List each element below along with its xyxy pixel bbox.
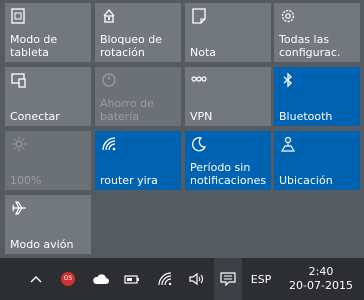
tile-label: router yira — [100, 174, 158, 187]
bluetooth-icon — [283, 72, 292, 88]
tile-label: Ubicación — [279, 174, 333, 187]
tile-airplane-mode[interactable]: Modo avión — [5, 195, 91, 254]
speaker-icon — [189, 272, 204, 286]
tile-label: VPN — [190, 110, 213, 123]
cloud-icon — [93, 274, 109, 284]
wifi-icon — [158, 272, 172, 286]
tile-location[interactable]: Ubicación — [274, 131, 360, 190]
cloud-tray-button[interactable] — [90, 258, 112, 300]
settings-icon — [281, 9, 295, 23]
wifi-icon — [102, 137, 116, 151]
tile-label: 100% — [10, 174, 42, 187]
app-badge-icon: OS — [61, 272, 75, 286]
clock-date: 20-07-2015 — [289, 279, 353, 292]
brightness-icon — [11, 136, 27, 152]
battery-icon — [124, 275, 139, 284]
tile-label: Nota — [190, 46, 217, 59]
connect-icon — [11, 73, 26, 88]
tile-label: Período sin notificaciones — [190, 161, 267, 187]
tile-quiet-hours[interactable]: Período sin notificaciones — [185, 131, 271, 190]
note-icon — [192, 8, 206, 24]
tile-vpn[interactable]: VPN — [185, 67, 271, 126]
tile-brightness[interactable]: 100% — [5, 131, 91, 190]
tile-label: Modo de tableta — [10, 33, 58, 59]
notification-icon — [220, 272, 236, 286]
volume-tray-button[interactable] — [186, 258, 208, 300]
tile-label: Todas las configurac. — [279, 33, 341, 59]
network-tray-button[interactable] — [156, 258, 176, 300]
clock-time: 2:40 — [308, 265, 334, 278]
battery-saver-icon — [102, 73, 116, 87]
tile-note[interactable]: Nota — [185, 3, 271, 62]
clock: 2:40 20-07-2015 — [289, 265, 353, 293]
show-hidden-icons-button[interactable] — [26, 258, 46, 300]
quiet-hours-icon — [192, 137, 207, 152]
tablet-mode-icon — [11, 8, 25, 24]
battery-tray-button[interactable] — [122, 258, 142, 300]
action-center-button[interactable] — [214, 258, 242, 300]
chevron-up-icon — [30, 276, 42, 283]
tile-label: Bloqueo de rotación — [100, 33, 163, 59]
tile-label: Modo avión — [10, 238, 74, 251]
tile-label: Bluetooth — [279, 110, 333, 123]
tile-rotation-lock[interactable]: Bloqueo de rotación — [95, 3, 181, 62]
language-indicator[interactable]: ESP — [246, 258, 276, 300]
tile-bluetooth[interactable]: Bluetooth — [274, 67, 360, 126]
taskbar: OS ESP 2:40 20-07-2015 — [0, 258, 364, 300]
tray-app-badge[interactable]: OS — [58, 258, 78, 300]
tile-connect[interactable]: Conectar — [5, 67, 91, 126]
tile-label: Conectar — [10, 110, 60, 123]
tile-battery-saver[interactable]: Ahorro de batería — [95, 67, 181, 126]
tile-all-settings[interactable]: Todas las configurac. — [274, 3, 360, 62]
airplane-icon — [12, 201, 26, 215]
vpn-icon — [191, 76, 207, 82]
action-center-panel: Modo de tableta Bloqueo de rotación Nota… — [0, 0, 364, 258]
tile-label: Ahorro de batería — [100, 97, 154, 123]
clock-button[interactable]: 2:40 20-07-2015 — [282, 258, 360, 300]
tile-wifi[interactable]: router yira — [95, 131, 181, 190]
tile-tablet-mode[interactable]: Modo de tableta — [5, 3, 91, 62]
location-icon — [280, 136, 296, 152]
rotation-lock-icon — [103, 8, 115, 23]
language-label: ESP — [250, 272, 272, 286]
